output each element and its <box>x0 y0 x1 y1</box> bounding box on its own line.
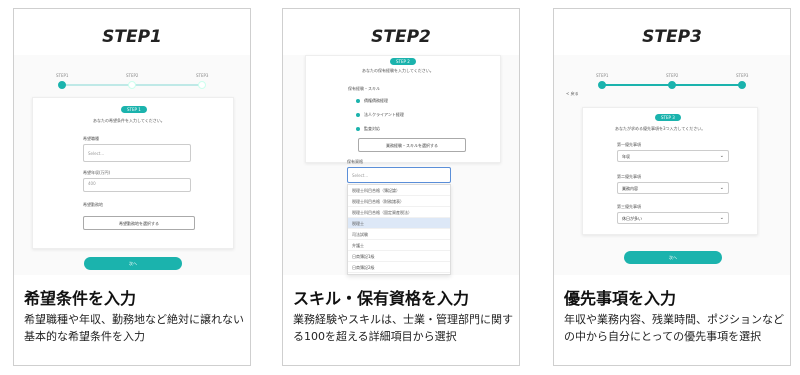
card-heading: 優先事項を入力 <box>564 289 677 308</box>
dropdown-option[interactable]: 日商簿記2級 <box>348 262 450 273</box>
chevron-down-icon: ⌄ <box>719 153 724 159</box>
intro-text: あなたの希望条件を入力してください。 <box>93 118 165 123</box>
bullet-icon <box>356 99 360 103</box>
step1-screenshot: STEP1 STEP2 STEP3 STEP 1 あなたの希望条件を入力してくだ… <box>14 55 250 275</box>
salary-input[interactable]: 400 <box>83 178 191 192</box>
skills-label: 保有経験・スキル <box>348 86 380 91</box>
bullet-icon <box>356 127 360 131</box>
progress-label-1: STEP1 <box>596 73 609 78</box>
skill-item: 法人クライアント経理 <box>356 112 404 118</box>
salary-label: 希望年収(万円) <box>83 170 111 175</box>
dropdown-option[interactable]: 弁護士 <box>348 240 450 251</box>
progress-dot-2 <box>128 81 136 89</box>
priority3-label: 第三優先事項 <box>617 204 641 209</box>
back-link[interactable]: < 戻る <box>566 91 579 97</box>
dropdown-option[interactable]: 税理士科目合格（固定資産税法） <box>348 207 450 218</box>
progress-label-2: STEP2 <box>666 73 679 78</box>
priority1-label: 第一優先事項 <box>617 142 641 147</box>
location-select-button[interactable]: 希望勤務地を選択する <box>83 216 195 230</box>
job-label: 希望職種 <box>83 136 99 141</box>
card-description: 年収や業務内容、残業時間、ポジションなどの中から自分にとっての優先事項を選択 <box>564 313 784 343</box>
step2-screenshot: STEP 2 あなたの保有経験を入力してください。 保有経験・スキル 債権債務経… <box>283 55 519 275</box>
progress-dot-3 <box>738 81 746 89</box>
skill-item: 監査対応 <box>356 126 380 132</box>
skill-item: 債権債務経理 <box>356 98 388 104</box>
dropdown-option[interactable]: 税理士科目合格（簿記論） <box>348 185 450 196</box>
intro-text: あなたの保有経験を入力してください。 <box>362 68 434 73</box>
intro-text: あなたが求める優先事項を3つ入力してください。 <box>615 126 706 131</box>
chevron-down-icon: ⌄ <box>719 185 724 191</box>
card-description: 業務経験やスキルは、士業・管理部門に関する100を超える詳細項目から選択 <box>293 313 513 343</box>
progress-label-3: STEP3 <box>196 73 209 78</box>
next-button[interactable]: 次へ <box>624 251 722 264</box>
card-heading: スキル・保有資格を入力 <box>293 289 470 308</box>
next-button[interactable]: 次へ <box>84 257 182 270</box>
cert-label: 保有資格 <box>347 159 363 164</box>
progress-bar: STEP1 STEP2 STEP3 <box>56 73 209 91</box>
step3-screenshot: STEP1 STEP2 STEP3 < 戻る STEP 3 あなたが求める優先事… <box>554 55 790 275</box>
card-description: 希望職種や年収、勤務地など絶対に譲れない基本的な希望条件を入力 <box>24 313 244 343</box>
progress-label-3: STEP3 <box>736 73 749 78</box>
priority2-select[interactable]: 業務内容 ⌄ <box>617 182 729 194</box>
cert-select[interactable]: Select... <box>347 167 451 183</box>
form-panel: STEP 2 あなたの保有経験を入力してください。 保有経験・スキル 債権債務経… <box>305 55 501 163</box>
dropdown-option-highlighted[interactable]: 税理士 <box>348 218 450 229</box>
step-badge: STEP 1 <box>121 106 147 113</box>
priority3-select[interactable]: 休日が多い ⌄ <box>617 212 729 224</box>
job-select[interactable]: Select... <box>83 144 191 162</box>
progress-label-2: STEP2 <box>126 73 139 78</box>
step2-card: STEP2 STEP 2 あなたの保有経験を入力してください。 保有経験・スキル… <box>282 8 520 366</box>
step-title: STEP2 <box>371 27 431 47</box>
form-panel: STEP 3 あなたが求める優先事項を3つ入力してください。 第一優先事項 年収… <box>582 107 758 235</box>
cert-dropdown: 税理士科目合格（簿記論） 税理士科目合格（財務諸表） 税理士科目合格（固定資産税… <box>347 184 451 275</box>
step-title: STEP3 <box>642 27 702 47</box>
chevron-down-icon: ⌄ <box>719 215 724 221</box>
step1-card: STEP1 STEP1 STEP2 STEP3 STEP 1 あなたの希望条件を… <box>13 8 251 366</box>
step-badge: STEP 3 <box>655 114 681 121</box>
step-title: STEP1 <box>102 27 162 47</box>
step-badge: STEP 2 <box>390 58 416 65</box>
priority1-select[interactable]: 年収 ⌄ <box>617 150 729 162</box>
form-panel: STEP 1 あなたの希望条件を入力してください。 希望職種 Select...… <box>32 97 234 249</box>
dropdown-option[interactable]: 税理士科目合格（財務諸表） <box>348 196 450 207</box>
card-heading: 希望条件を入力 <box>24 289 137 308</box>
progress-dot-3 <box>198 81 206 89</box>
progress-bar: STEP1 STEP2 STEP3 <box>596 73 749 91</box>
location-label: 希望勤務地 <box>83 202 103 207</box>
progress-dot-1 <box>598 81 606 89</box>
priority2-label: 第二優先事項 <box>617 174 641 179</box>
progress-label-1: STEP1 <box>56 73 69 78</box>
progress-dot-2 <box>668 81 676 89</box>
skills-select-button[interactable]: 業務経験・スキルを選択する <box>358 138 466 152</box>
dropdown-option[interactable]: 日商簿記1級 <box>348 251 450 262</box>
step3-card: STEP3 STEP1 STEP2 STEP3 < 戻る STEP 3 あなたが… <box>553 8 791 366</box>
progress-dot-1 <box>58 81 66 89</box>
bullet-icon <box>356 113 360 117</box>
dropdown-option[interactable]: 司法試験 <box>348 229 450 240</box>
